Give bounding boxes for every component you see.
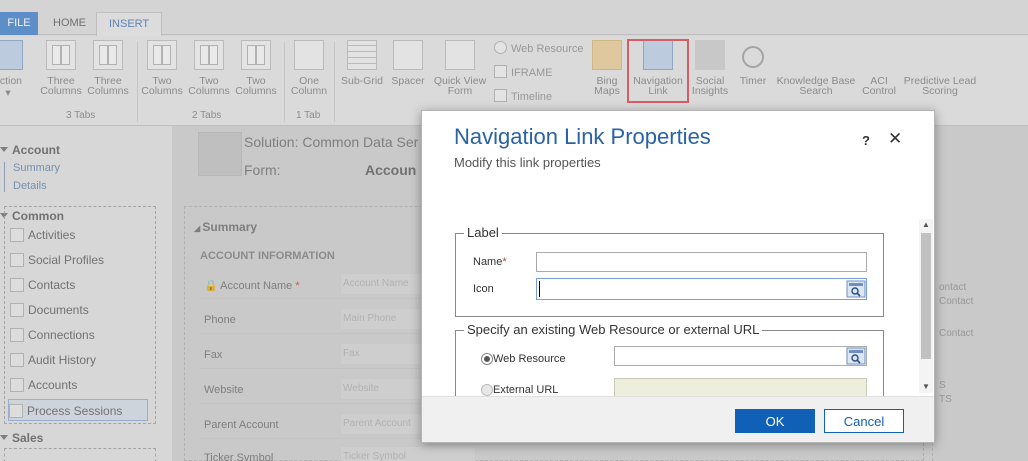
search-lookup-icon[interactable] xyxy=(846,280,866,298)
external-url-radio[interactable] xyxy=(481,384,493,396)
dialog-subtitle: Modify this link properties xyxy=(454,155,601,170)
web-resource-radio-label: Web Resource xyxy=(493,353,566,365)
scroll-thumb[interactable] xyxy=(921,233,931,359)
external-url-radio-label: External URL xyxy=(493,384,559,396)
search-lookup-icon[interactable] xyxy=(846,347,866,365)
web-resource-input[interactable] xyxy=(614,346,867,366)
scroll-down-icon[interactable]: ▼ xyxy=(922,382,930,391)
ok-button[interactable]: OK xyxy=(735,409,815,433)
text-cursor xyxy=(539,281,540,297)
scroll-up-icon[interactable]: ▲ xyxy=(922,220,930,229)
name-input[interactable] xyxy=(536,252,867,272)
icon-label: Icon xyxy=(473,283,494,295)
dialog-title: Navigation Link Properties xyxy=(454,124,711,149)
label-group-legend: Label xyxy=(464,225,502,240)
close-icon[interactable]: ✕ xyxy=(888,129,902,149)
name-label: Name* xyxy=(473,256,507,268)
web-resource-group-legend: Specify an existing Web Resource or exte… xyxy=(464,322,763,337)
dialog-scrollbar[interactable]: ▲ ▼ xyxy=(919,219,933,393)
label-group: Label xyxy=(455,225,884,317)
cancel-button[interactable]: Cancel xyxy=(824,409,904,433)
web-resource-radio[interactable] xyxy=(481,353,493,365)
dialog-content: Label Name* Icon Specify an existing Web… xyxy=(422,216,934,396)
navigation-link-properties-dialog: Navigation Link Properties Modify this l… xyxy=(421,110,935,443)
name-label-text: Name xyxy=(473,256,503,268)
required-marker: * xyxy=(502,256,507,268)
dialog-footer: OK Cancel xyxy=(422,396,934,442)
icon-input[interactable] xyxy=(536,278,867,300)
external-url-input xyxy=(614,378,867,396)
help-icon[interactable]: ? xyxy=(862,133,870,148)
